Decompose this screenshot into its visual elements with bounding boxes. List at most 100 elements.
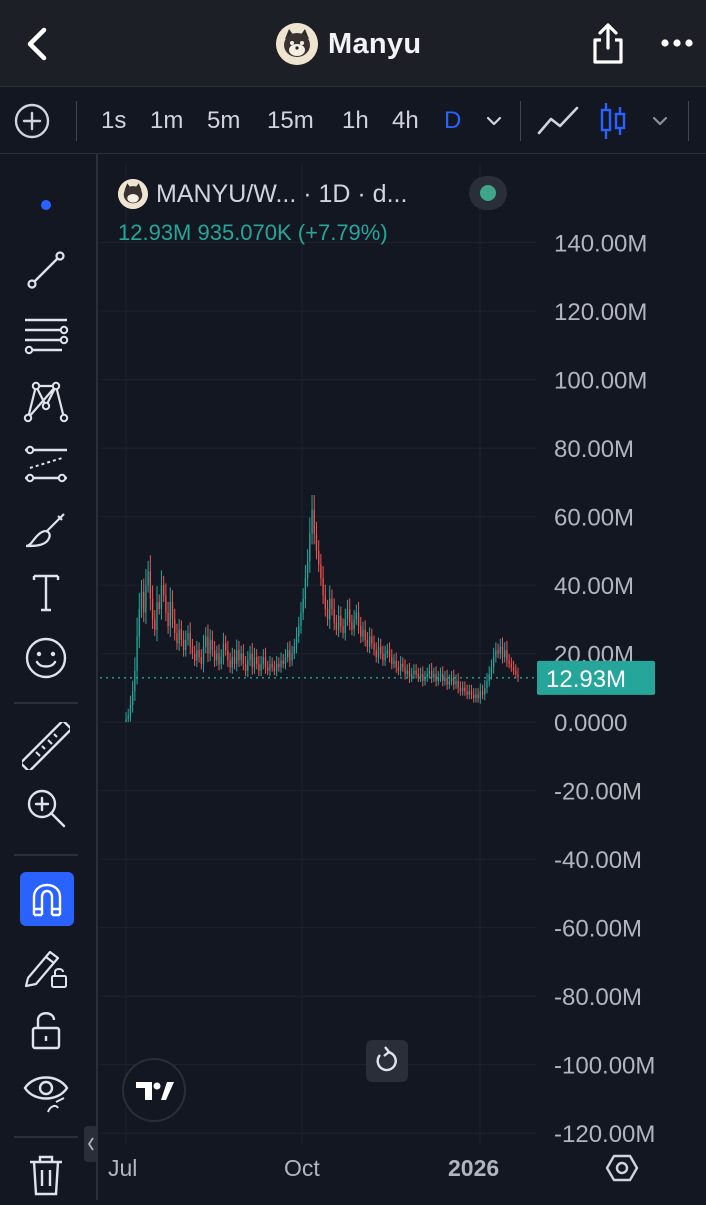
- trend-line-tool[interactable]: [22, 246, 70, 294]
- candle: [244, 663, 247, 671]
- chevron-left-icon: [27, 27, 47, 61]
- interval-1s[interactable]: 1s: [101, 107, 126, 135]
- magnet-tool[interactable]: [20, 872, 74, 926]
- candle: [399, 663, 402, 671]
- interval-dropdown[interactable]: [484, 111, 504, 131]
- candle: [353, 619, 355, 630]
- candle: [158, 602, 160, 610]
- candle: [501, 646, 504, 658]
- interval-5m[interactable]: 5m: [207, 107, 240, 135]
- candle: [229, 660, 231, 668]
- chart-settings-button[interactable]: [604, 1150, 640, 1186]
- candle: [492, 657, 495, 668]
- candle: [240, 653, 242, 661]
- emoji-tool[interactable]: [22, 634, 70, 682]
- interval-d[interactable]: D: [444, 107, 461, 135]
- candle: [384, 653, 386, 661]
- candle: [280, 660, 282, 668]
- candle: [238, 650, 240, 661]
- candle: [211, 639, 214, 651]
- symbol-legend[interactable]: MANYU/W... · 1D · d...: [118, 176, 407, 212]
- candle: [464, 687, 466, 692]
- candle: [187, 633, 189, 640]
- chevron-down-icon: [486, 116, 502, 126]
- candle: [222, 643, 225, 658]
- candle: [371, 636, 373, 644]
- toolbar-divider: [76, 101, 77, 141]
- y-tick-label: -20.00M: [554, 779, 642, 806]
- candle: [375, 650, 377, 658]
- candle: [366, 639, 369, 647]
- unlock-icon: [31, 1012, 61, 1050]
- lock-drawing-tool[interactable]: [22, 944, 70, 992]
- interval-1h[interactable]: 1h: [342, 107, 369, 135]
- candle: [182, 639, 185, 651]
- candle: [193, 653, 196, 661]
- projection-tool[interactable]: [22, 440, 70, 488]
- text-icon: [32, 574, 60, 612]
- chart-style-dropdown[interactable]: [650, 111, 670, 131]
- candle: [417, 674, 420, 678]
- candle: [174, 619, 176, 634]
- candle: [453, 677, 455, 685]
- pattern-tool[interactable]: [22, 376, 70, 424]
- pattern-icon: [23, 381, 69, 423]
- candle: [380, 646, 382, 654]
- more-button[interactable]: [660, 30, 694, 56]
- candle: [140, 591, 143, 610]
- zoom-in-tool[interactable]: [22, 784, 70, 832]
- tradingview-logo[interactable]: [122, 1058, 186, 1122]
- candles-button[interactable]: [598, 101, 628, 141]
- ruler-tool[interactable]: [22, 722, 70, 770]
- chart-toolbar: 1s 1m 5m 15m 1h 4h D: [0, 87, 706, 154]
- ruler-icon: [22, 722, 70, 770]
- candle: [171, 602, 174, 620]
- candle: [216, 653, 218, 661]
- market-status-indicator[interactable]: [469, 176, 507, 210]
- candle: [355, 612, 357, 620]
- candle: [368, 636, 371, 647]
- candle: [200, 657, 202, 664]
- candle: [131, 691, 134, 705]
- add-symbol-button[interactable]: [14, 103, 50, 139]
- toolbar-collapse-button[interactable]: [84, 1126, 98, 1162]
- candle: [404, 667, 406, 675]
- interval-15m[interactable]: 15m: [267, 107, 314, 135]
- chevron-down-icon: [652, 116, 668, 126]
- cursor-tool[interactable]: [22, 180, 70, 228]
- candle: [253, 657, 256, 668]
- ohlc-stats: 12.93M 935.070K (+7.79%): [118, 220, 388, 245]
- delete-tool[interactable]: [22, 1150, 70, 1198]
- interval-4h[interactable]: 4h: [392, 107, 419, 135]
- interval-1m[interactable]: 1m: [150, 107, 183, 135]
- toolbar-divider: [688, 101, 689, 141]
- share-button[interactable]: [588, 20, 628, 66]
- candle: [169, 602, 171, 627]
- line-chart-button[interactable]: [536, 103, 580, 139]
- text-tool[interactable]: [22, 568, 70, 616]
- candle: [154, 619, 156, 630]
- reset-chart-button[interactable]: [366, 1040, 408, 1082]
- candle: [125, 718, 127, 723]
- candle: [428, 670, 431, 675]
- candle: [386, 650, 388, 654]
- candle: [209, 639, 211, 654]
- candle: [287, 650, 289, 658]
- brush-tool[interactable]: [22, 506, 70, 554]
- unlock-tool[interactable]: [22, 1006, 70, 1054]
- candle: [134, 670, 136, 692]
- fib-tool[interactable]: [22, 312, 70, 360]
- candle: [231, 657, 233, 668]
- y-tick-label: -40.00M: [554, 847, 642, 874]
- candle: [351, 622, 353, 630]
- candle: [342, 626, 344, 634]
- candle: [258, 663, 260, 671]
- candle: [306, 561, 309, 579]
- candle: [468, 691, 470, 695]
- candle: [426, 674, 428, 678]
- back-button[interactable]: [18, 22, 58, 66]
- candle: [269, 663, 271, 671]
- visibility-tool[interactable]: [22, 1068, 70, 1116]
- candle: [227, 650, 229, 661]
- candle: [415, 670, 417, 675]
